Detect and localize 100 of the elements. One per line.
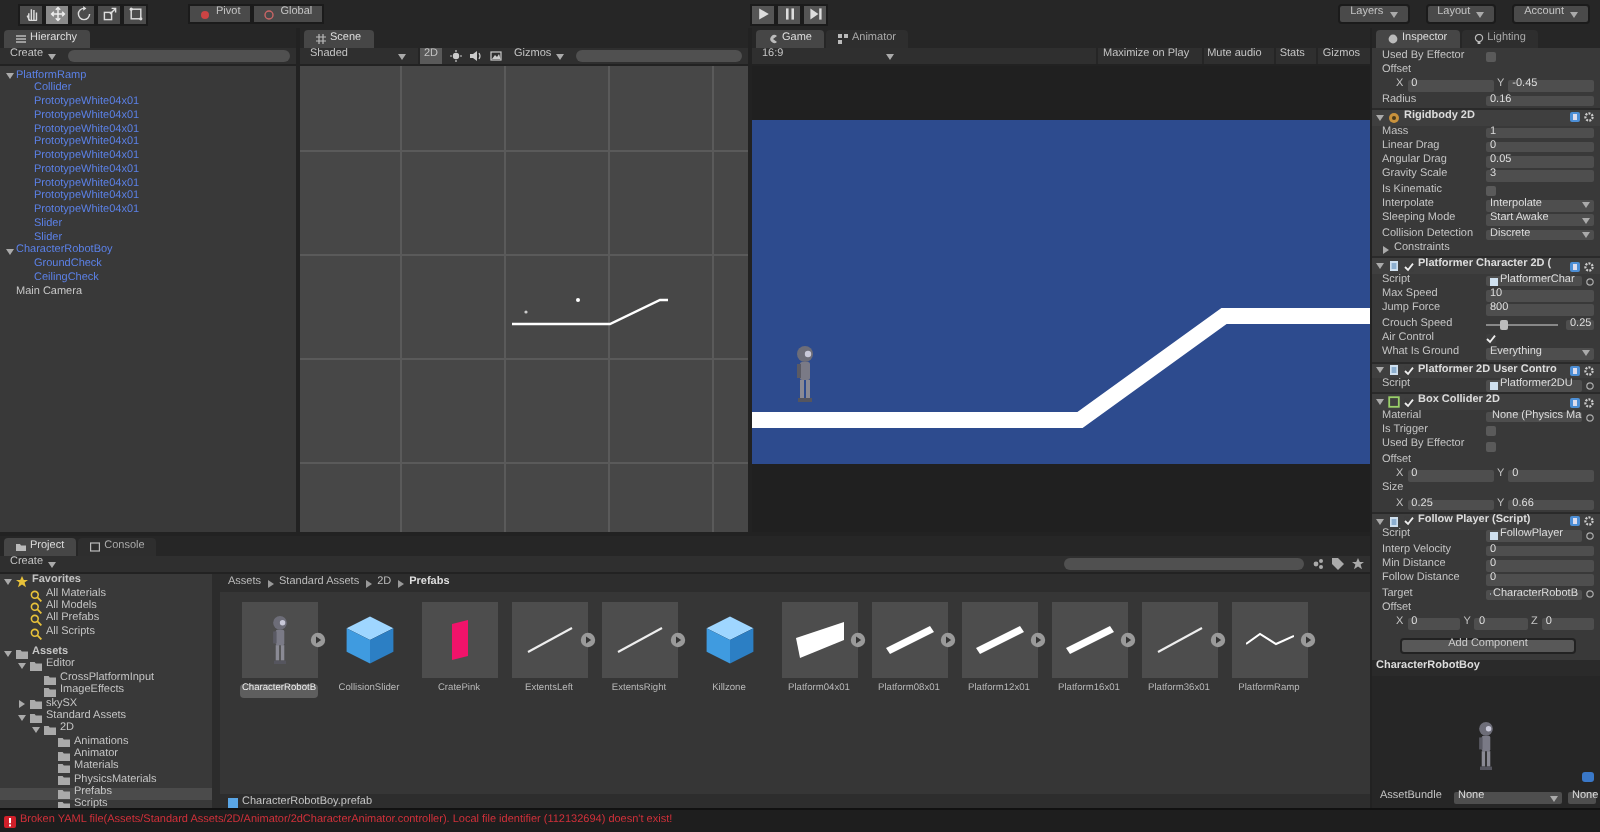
play-control-button[interactable] [776,3,802,25]
rotate-icon [75,6,91,22]
pause-icon [781,6,797,22]
search-field[interactable] [1064,558,1304,570]
box-collider-icon [1388,396,1400,409]
ramp-line-drawing [1245,632,1293,648]
settings-icon [1584,261,1594,272]
foldout-arrow[interactable] [18,662,26,671]
asset-thumbnail[interactable] [601,602,677,678]
tool-button[interactable] [70,3,96,25]
step-icon [807,6,823,22]
checkbox[interactable] [1486,426,1496,437]
foldout-arrow[interactable] [6,72,14,81]
expand-button[interactable] [670,632,686,648]
checkbox[interactable] [1404,516,1414,527]
expand-button[interactable] [1210,632,1226,648]
foldout-arrow[interactable] [4,649,12,658]
speaker-icon[interactable] [470,50,483,62]
light-icon[interactable] [450,50,463,62]
object-picker-icon[interactable] [1586,381,1594,390]
tool-button[interactable] [96,3,122,25]
breadcrumb-arrow-icon [267,579,274,587]
object-picker-icon[interactable] [1586,277,1594,285]
asset-thumbnail[interactable] [421,602,497,678]
asset-thumbnail[interactable] [1051,602,1127,678]
help-icon [1570,397,1580,408]
foldout-arrow[interactable] [1376,262,1384,271]
script-icon [1388,515,1400,528]
star-icon[interactable] [1352,558,1364,570]
object-picker-icon[interactable] [1586,590,1594,599]
asset-icon [1490,381,1498,390]
script-icon [1388,364,1400,377]
foldout-arrow[interactable] [32,725,40,734]
object-picker-icon[interactable] [1586,413,1594,422]
expand-button[interactable] [1120,632,1136,648]
asset-thumbnail[interactable] [1231,602,1307,678]
asset-thumbnail[interactable] [781,602,857,678]
checkmark-icon [1404,397,1414,408]
preview-settings-icon[interactable] [1582,772,1594,782]
asset-icon [1490,532,1498,541]
asset-icon [1490,277,1498,285]
asset-thumbnail[interactable] [241,602,317,678]
foldout-arrow[interactable] [18,700,26,709]
cube-drawing[interactable] [343,614,395,666]
slider-thumb[interactable] [1500,319,1508,330]
play-icon [755,6,771,22]
platform-bar-drawing [885,626,933,654]
checkmark-icon [1404,365,1414,376]
expand-button[interactable] [850,632,866,648]
checkbox[interactable] [1486,186,1496,197]
expand-button[interactable] [310,632,326,648]
tool-button[interactable] [44,3,70,25]
foldout-arrow[interactable] [6,248,14,257]
caret-icon [398,53,406,59]
hand-icon [23,6,39,22]
settings-icon [1584,365,1594,376]
foldout-arrow[interactable] [1376,366,1384,375]
expand-button[interactable] [580,632,596,648]
checkbox[interactable] [1486,334,1496,345]
bulb-icon [1473,34,1484,44]
thin-line-drawing [615,626,663,654]
tool-button[interactable] [18,3,44,25]
search-field[interactable] [575,50,742,62]
foldout-arrow[interactable] [1382,245,1390,254]
robot-character-drawing [267,614,291,666]
foldout-arrow[interactable] [18,713,26,722]
tool-button[interactable] [122,3,148,25]
filter-icon[interactable] [1312,558,1324,570]
asset-thumbnail[interactable] [1141,602,1217,678]
expand-button[interactable] [1030,632,1046,648]
expand-button[interactable] [1300,632,1316,648]
checkbox[interactable] [1486,52,1496,63]
scale-icon [101,6,117,22]
checkbox[interactable] [1404,261,1414,272]
foldout-arrow[interactable] [1376,113,1384,122]
play-control-button[interactable] [802,3,828,25]
foldout-arrow[interactable] [1376,517,1384,526]
settings-icon [1584,516,1594,527]
asset-thumbnail[interactable] [871,602,947,678]
cube-drawing[interactable] [703,614,755,666]
foldout-arrow[interactable] [4,578,12,587]
expand-button[interactable] [940,632,956,648]
asset-thumbnail[interactable] [961,602,1037,678]
foldout-arrow[interactable] [1376,398,1384,407]
image-icon[interactable] [490,50,503,62]
search-field[interactable] [67,50,290,62]
object-picker-icon[interactable] [1586,532,1594,541]
checkbox[interactable] [1486,441,1496,452]
asset-thumbnail[interactable] [511,602,587,678]
checkbox[interactable] [1404,397,1414,408]
console-icon [90,542,101,552]
caret-icon [47,53,56,59]
rect-tool-icon [127,6,143,22]
caret-icon [47,561,56,567]
play-control-button[interactable] [750,3,776,25]
globe-icon [264,9,275,19]
checkbox[interactable] [1404,365,1414,376]
robot-character-drawing [1474,720,1498,772]
rigidbody-icon [1388,111,1400,124]
breadcrumb-arrow-icon [365,579,372,587]
